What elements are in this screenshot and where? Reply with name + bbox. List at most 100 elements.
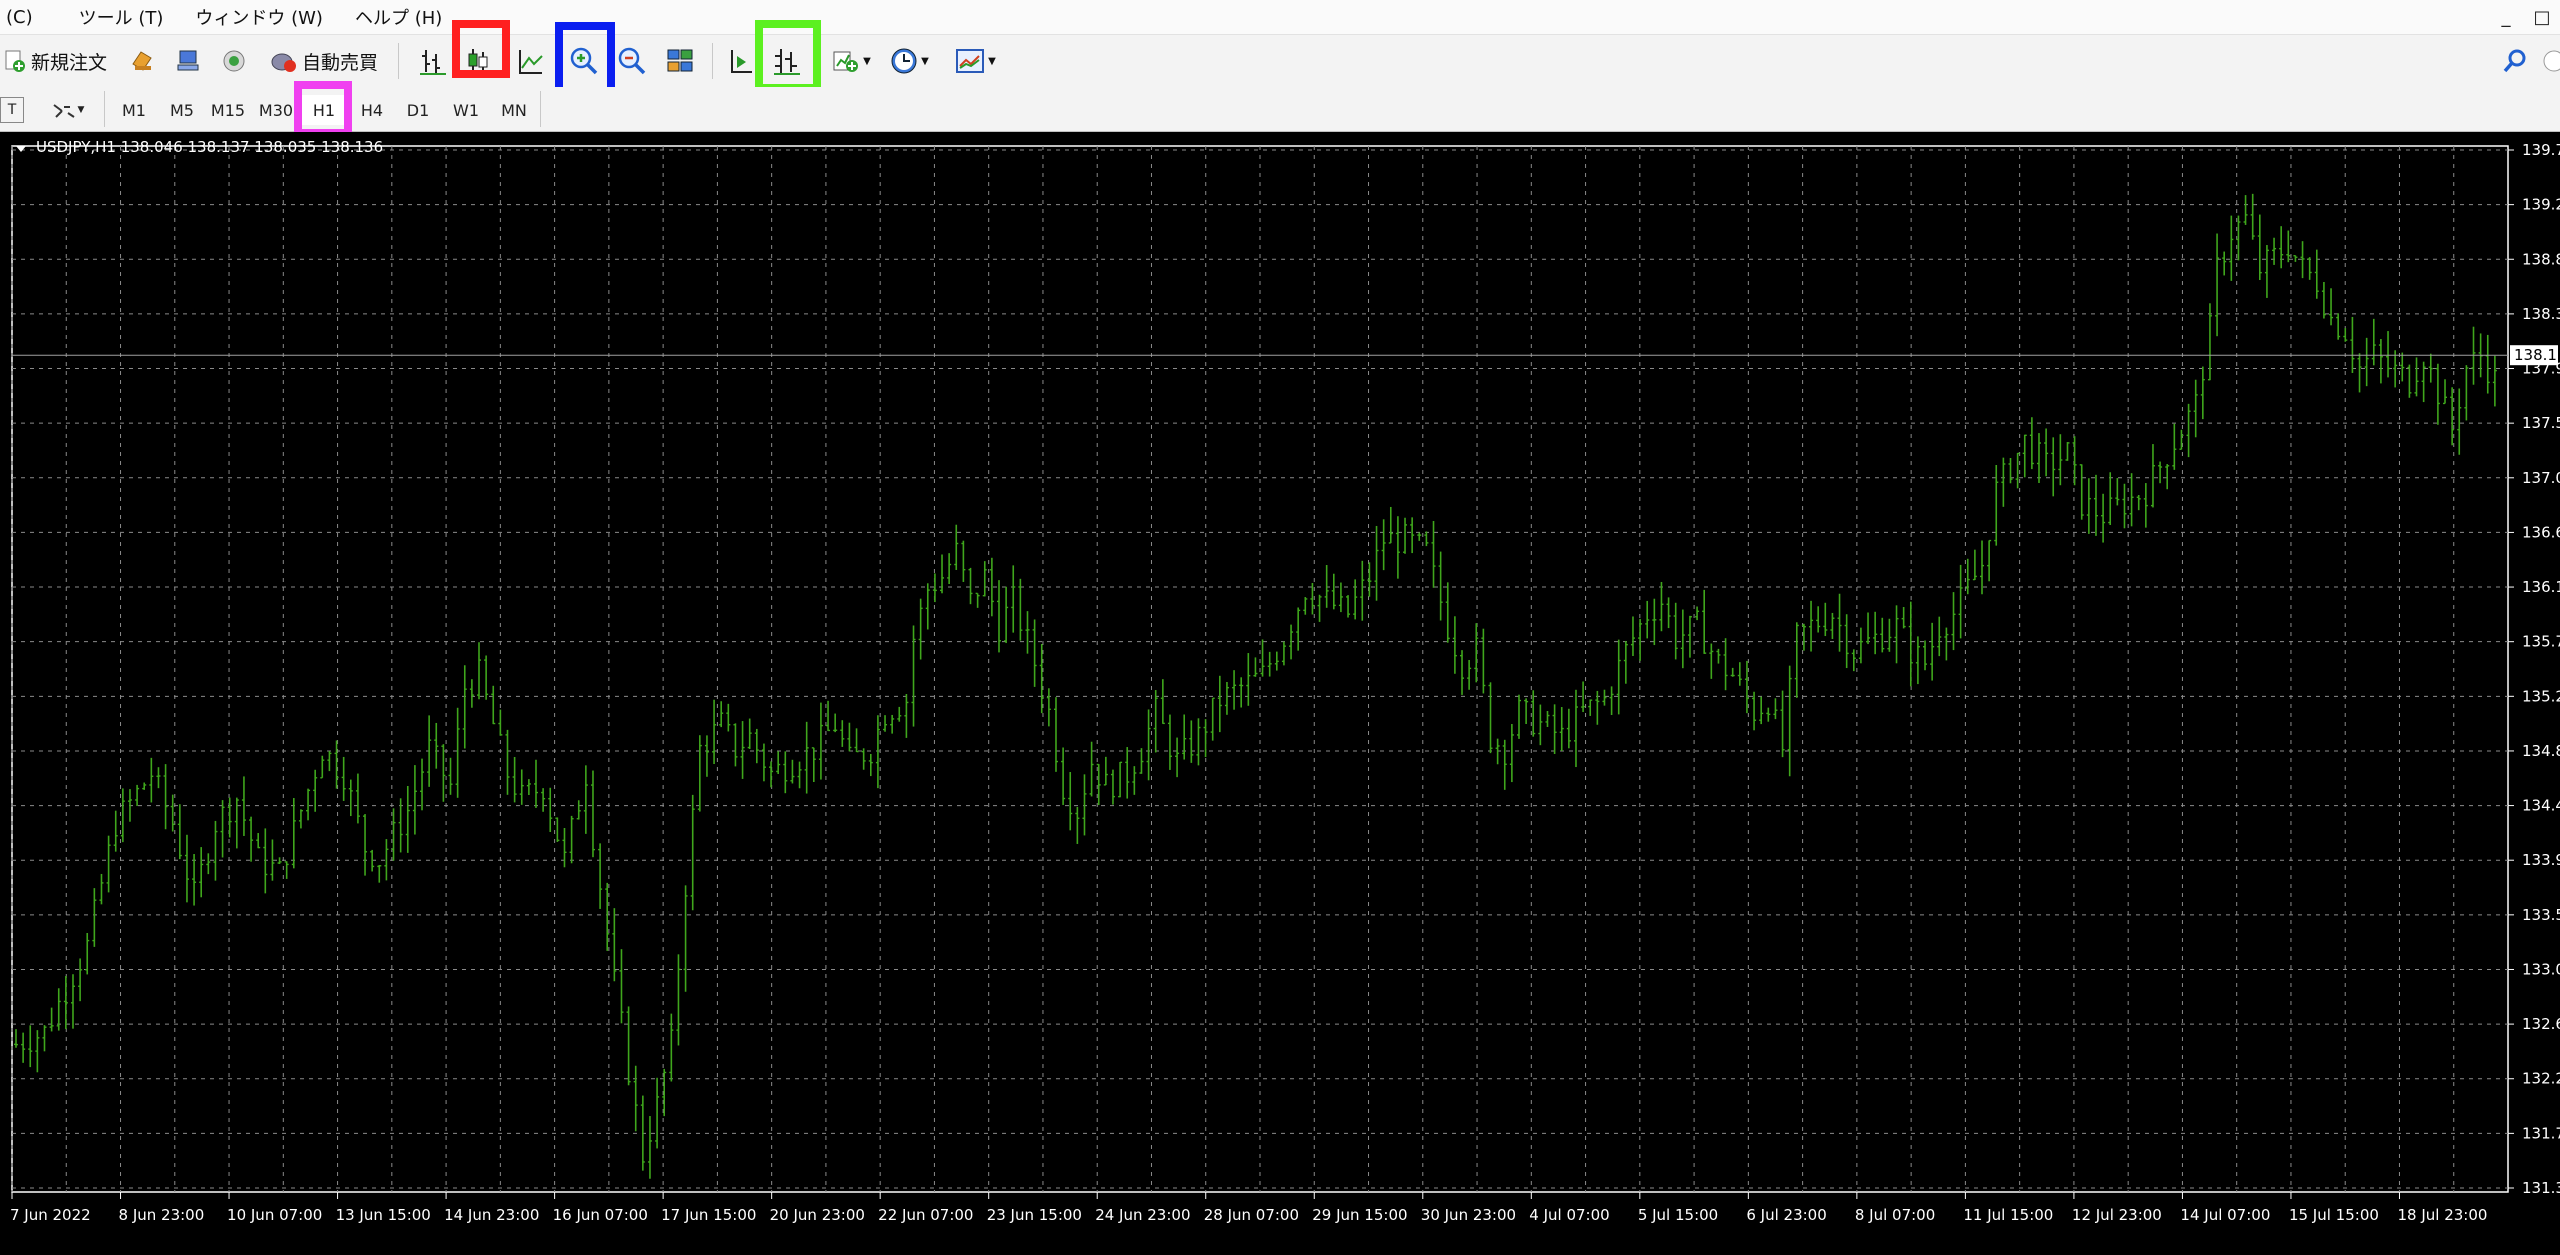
text-tool-icon[interactable]: T — [0, 97, 24, 123]
chevron-down-icon: ▼ — [77, 105, 85, 115]
x-axis-label: 4 Jul 07:00 — [1529, 1206, 1609, 1224]
chevron-down-icon: ▼ — [863, 55, 871, 67]
y-axis-label: 138.3 — [2522, 305, 2560, 323]
line-chart-icon — [519, 50, 543, 74]
timeframe-m5[interactable]: M5 — [160, 95, 204, 125]
market-watch-button[interactable] — [122, 41, 162, 81]
timeframe-w1[interactable]: W1 — [444, 95, 488, 125]
line-chart-button[interactable] — [508, 41, 552, 81]
x-axis-label: 8 Jul 07:00 — [1855, 1206, 1935, 1224]
objects-icon — [52, 104, 75, 118]
y-axis-label: 131.3 — [2522, 1179, 2560, 1197]
search-icon — [2503, 49, 2526, 73]
search-button[interactable] — [2500, 41, 2530, 81]
timeframe-mn[interactable]: MN — [492, 95, 536, 125]
x-axis-label: 18 Jul 23:00 — [2397, 1206, 2487, 1224]
signals-icon — [223, 50, 245, 72]
y-axis-label: 133.5 — [2522, 906, 2560, 924]
auto-trade-button[interactable]: 自動売買 — [262, 41, 386, 81]
menu-tools[interactable]: ツール (T) — [51, 4, 182, 30]
x-axis-label: 24 Jun 23:00 — [1095, 1206, 1190, 1224]
timeframe-toolbar: T ▼ M1 M5 M15 M30 H1 H4 D1 W1 MN — [0, 87, 2560, 132]
y-axis-label: 134.4 — [2522, 797, 2560, 815]
chat-icon — [2543, 50, 2560, 72]
y-axis-label: 137.0 — [2522, 469, 2560, 487]
zoom-in-button[interactable] — [562, 41, 606, 81]
x-axis-label: 14 Jun 23:00 — [444, 1206, 539, 1224]
chart-shift-button[interactable] — [764, 41, 808, 81]
x-axis-label: 16 Jun 07:00 — [553, 1206, 648, 1224]
bar-chart-button[interactable] — [410, 41, 454, 81]
auto-trade-label: 自動売買 — [301, 51, 378, 74]
indicators-button[interactable]: ▼ — [826, 41, 876, 81]
y-axis-label: 135.7 — [2522, 633, 2560, 651]
x-axis-label: 20 Jun 23:00 — [770, 1206, 865, 1224]
x-axis-label: 12 Jul 23:00 — [2072, 1206, 2162, 1224]
auto-scroll-icon — [731, 50, 752, 73]
timeframe-m30[interactable]: M30 — [254, 95, 298, 125]
minimize-button[interactable]: _ — [2488, 2, 2524, 32]
navigator-button[interactable] — [168, 41, 208, 81]
candlestick-chart-button[interactable] — [456, 41, 500, 81]
toolbar-separator — [104, 91, 105, 127]
chat-button[interactable] — [2536, 41, 2560, 81]
timeframe-d1[interactable]: D1 — [396, 95, 440, 125]
y-axis-label: 133.9 — [2522, 851, 2560, 869]
indicators-icon — [833, 51, 859, 72]
y-axis-label: 135.2 — [2522, 687, 2560, 705]
new-order-icon — [5, 50, 25, 72]
zoom-out-button[interactable] — [610, 41, 654, 81]
signals-button[interactable] — [214, 41, 254, 81]
bar-chart-icon — [420, 50, 446, 75]
objects-button[interactable]: ▼ — [42, 95, 92, 125]
y-axis-label: 137.5 — [2522, 414, 2560, 432]
navigator-icon — [177, 50, 199, 71]
templates-icon — [956, 49, 985, 73]
window-controls: _ □ — [2488, 0, 2560, 34]
restore-button[interactable]: □ — [2524, 2, 2560, 32]
menu-chart[interactable]: (C) — [0, 7, 51, 28]
templates-button[interactable]: ▼ — [948, 41, 1002, 81]
timeframe-h1[interactable]: H1 — [302, 95, 346, 125]
x-axis-label: 17 Jun 15:00 — [661, 1206, 756, 1224]
chart-window[interactable]: 139.7139.2138.8138.3137.9137.5137.0136.6… — [0, 132, 2560, 1255]
x-axis-label: 13 Jun 15:00 — [336, 1206, 431, 1224]
y-axis-label: 133.0 — [2522, 960, 2560, 978]
new-order-button[interactable]: 新規注文 — [0, 41, 110, 81]
y-axis-label: 138.8 — [2522, 250, 2560, 268]
tile-windows-button[interactable] — [658, 41, 702, 81]
y-axis-label: 131.7 — [2522, 1124, 2560, 1142]
x-axis-label: 10 Jun 07:00 — [227, 1206, 322, 1224]
y-axis-label: 134.8 — [2522, 742, 2560, 760]
timeframe-m15[interactable]: M15 — [206, 95, 250, 125]
zoom-out-icon — [618, 47, 646, 75]
new-order-label: 新規注文 — [30, 51, 107, 74]
periods-button[interactable]: ▼ — [884, 41, 934, 81]
x-axis-label: 29 Jun 15:00 — [1312, 1206, 1407, 1224]
current-price-label: 138.1 — [2514, 346, 2557, 364]
price-chart[interactable]: 139.7139.2138.8138.3137.9137.5137.0136.6… — [0, 132, 2560, 1255]
y-axis-label: 136.6 — [2522, 523, 2560, 541]
x-axis-label: 8 Jun 23:00 — [119, 1206, 205, 1224]
x-axis-label: 6 Jul 23:00 — [1746, 1206, 1826, 1224]
y-axis-label: 132.6 — [2522, 1015, 2560, 1033]
chart-menu-triangle-icon — [16, 146, 26, 152]
x-axis-label: 23 Jun 15:00 — [987, 1206, 1082, 1224]
chevron-down-icon: ▼ — [921, 55, 929, 67]
timeframe-m1[interactable]: M1 — [112, 95, 156, 125]
x-axis-label: 22 Jun 07:00 — [878, 1206, 973, 1224]
auto-trade-icon — [271, 53, 296, 72]
tile-windows-icon — [667, 49, 693, 72]
toolbar-separator — [712, 43, 713, 79]
timeframe-h4[interactable]: H4 — [350, 95, 394, 125]
auto-scroll-button[interactable] — [718, 41, 762, 81]
menu-bar: (C) ツール (T) ウィンドウ (W) ヘルプ (H) _ □ — [0, 0, 2560, 34]
x-axis-label: 11 Jul 15:00 — [1963, 1206, 2053, 1224]
x-axis-label: 15 Jul 15:00 — [2289, 1206, 2379, 1224]
zoom-in-icon — [570, 47, 598, 75]
menu-window[interactable]: ウィンドウ (W) — [181, 4, 341, 30]
toolbar-separator — [398, 43, 399, 79]
market-watch-icon — [132, 51, 152, 71]
x-axis-label: 7 Jun 2022 — [10, 1206, 91, 1224]
menu-help[interactable]: ヘルプ (H) — [341, 4, 460, 30]
